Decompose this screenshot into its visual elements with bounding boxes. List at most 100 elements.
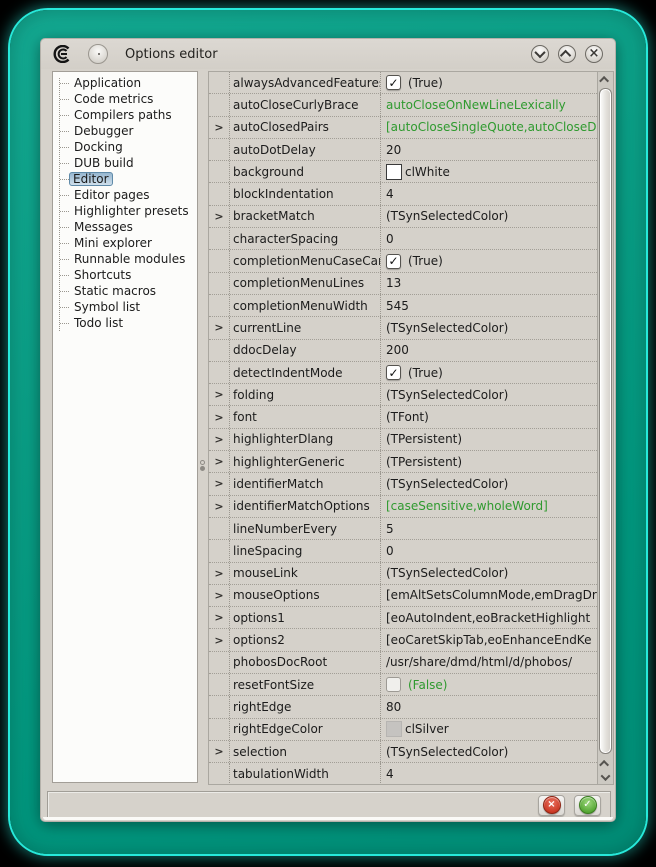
property-value[interactable]: clWhite [380, 161, 597, 182]
sidebar-item-shortcuts[interactable]: Shortcuts [53, 267, 197, 283]
sidebar-item-application[interactable]: Application [53, 75, 197, 91]
property-value[interactable]: ✓(True) [380, 362, 597, 383]
property-value[interactable]: (TSynSelectedColor) [380, 317, 597, 338]
cancel-button[interactable]: × [538, 795, 565, 816]
property-value[interactable]: clSilver [380, 719, 597, 740]
property-row[interactable]: alwaysAdvancedFeatures ✓(True) [209, 72, 597, 94]
window-menu-button[interactable] [88, 44, 108, 64]
sidebar-item-dub-build[interactable]: DUB build [53, 155, 197, 171]
property-row[interactable]: rightEdgeColor clSilver [209, 719, 597, 741]
property-value[interactable]: 13 [380, 273, 597, 294]
property-name[interactable]: mouseLink [229, 563, 380, 584]
property-name[interactable]: font [229, 406, 380, 427]
property-name[interactable]: completionMenuCaseCare [229, 250, 380, 271]
property-value[interactable]: /usr/share/dmd/html/d/phobos/ [380, 652, 597, 673]
property-name[interactable]: autoDotDelay [229, 139, 380, 160]
property-value[interactable]: autoCloseOnNewLineLexically [380, 94, 597, 115]
scroll-up-button[interactable] [598, 72, 613, 86]
property-row[interactable]: lineNumberEvery 5 [209, 518, 597, 540]
scroll-down-button[interactable] [598, 770, 613, 784]
property-value[interactable]: (TPersistent) [380, 451, 597, 472]
property-name[interactable]: background [229, 161, 380, 182]
property-row[interactable]: completionMenuWidth 545 [209, 295, 597, 317]
sidebar-item-symbol-list[interactable]: Symbol list [53, 299, 197, 315]
value-checkbox[interactable]: ✓ [386, 75, 401, 90]
property-row[interactable]: tabulationWidth 4 [209, 763, 597, 785]
property-row[interactable]: > autoClosedPairs [autoCloseSingleQuote,… [209, 117, 597, 139]
value-checkbox[interactable] [386, 677, 401, 692]
expand-arrow-icon[interactable]: > [209, 607, 229, 628]
property-grid[interactable]: alwaysAdvancedFeatures ✓(True) autoClose… [208, 71, 597, 785]
property-row[interactable]: completionMenuLines 13 [209, 273, 597, 295]
sidebar-item-code-metrics[interactable]: Code metrics [53, 91, 197, 107]
property-name[interactable]: detectIndentMode [229, 362, 380, 383]
property-row[interactable]: background clWhite [209, 161, 597, 183]
property-name[interactable]: completionMenuLines [229, 273, 380, 294]
property-value[interactable]: 80 [380, 696, 597, 717]
property-value[interactable]: 4 [380, 763, 597, 784]
property-row[interactable]: detectIndentMode ✓(True) [209, 362, 597, 384]
property-value[interactable]: (TPersistent) [380, 429, 597, 450]
roll-down-button[interactable] [531, 45, 549, 63]
property-name[interactable]: mouseOptions [229, 585, 380, 606]
property-name[interactable]: tabulationWidth [229, 763, 380, 784]
property-value[interactable]: [eoAutoIndent,eoBracketHighlight [380, 607, 597, 628]
property-value[interactable]: (TSynSelectedColor) [380, 384, 597, 405]
property-row[interactable]: phobosDocRoot /usr/share/dmd/html/d/phob… [209, 652, 597, 674]
titlebar[interactable]: Options editor × [41, 39, 615, 69]
expand-arrow-icon[interactable]: > [209, 741, 229, 762]
property-row[interactable]: > selection (TSynSelectedColor) [209, 741, 597, 763]
sidebar-splitter[interactable] [198, 71, 208, 783]
property-name[interactable]: blockIndentation [229, 183, 380, 204]
property-row[interactable]: > options2 [eoCaretSkipTab,eoEnhanceEndK… [209, 629, 597, 651]
sidebar-item-editor[interactable]: Editor [53, 171, 197, 187]
property-row[interactable]: resetFontSize (False) [209, 674, 597, 696]
expand-arrow-icon[interactable]: > [209, 629, 229, 650]
property-name[interactable]: lineNumberEvery [229, 518, 380, 539]
accept-button[interactable]: ✓ [574, 795, 601, 816]
sidebar-item-compilers-paths[interactable]: Compilers paths [53, 107, 197, 123]
property-row[interactable]: > folding (TSynSelectedColor) [209, 384, 597, 406]
sidebar-item-static-macros[interactable]: Static macros [53, 283, 197, 299]
property-name[interactable]: autoClosedPairs [229, 117, 380, 138]
property-value[interactable]: ✓(True) [380, 72, 597, 93]
roll-up-button[interactable] [558, 45, 576, 63]
property-name[interactable]: highlighterGeneric [229, 451, 380, 472]
property-row[interactable]: > highlighterDlang (TPersistent) [209, 429, 597, 451]
sidebar-item-todo-list[interactable]: Todo list [53, 315, 197, 331]
property-value[interactable]: (TSynSelectedColor) [380, 206, 597, 227]
property-row[interactable]: > identifierMatch (TSynSelectedColor) [209, 473, 597, 495]
close-button[interactable]: × [585, 45, 603, 63]
scroll-up-button-bottom[interactable] [598, 756, 613, 770]
property-name[interactable]: selection [229, 741, 380, 762]
property-value[interactable]: ✓(True) [380, 250, 597, 271]
sidebar-item-runnable-modules[interactable]: Runnable modules [53, 251, 197, 267]
expand-arrow-icon[interactable]: > [209, 406, 229, 427]
property-row[interactable]: > bracketMatch (TSynSelectedColor) [209, 206, 597, 228]
property-row[interactable]: > mouseOptions [emAltSetsColumnMode,emDr… [209, 585, 597, 607]
property-value[interactable]: (TFont) [380, 406, 597, 427]
property-value[interactable]: 200 [380, 340, 597, 361]
property-row[interactable]: lineSpacing 0 [209, 540, 597, 562]
expand-arrow-icon[interactable]: > [209, 117, 229, 138]
value-checkbox[interactable]: ✓ [386, 254, 401, 269]
sidebar-item-highlighter-presets[interactable]: Highlighter presets [53, 203, 197, 219]
property-name[interactable]: resetFontSize [229, 674, 380, 695]
vertical-scrollbar[interactable] [597, 71, 614, 785]
property-name[interactable]: alwaysAdvancedFeatures [229, 72, 380, 93]
sidebar-item-debugger[interactable]: Debugger [53, 123, 197, 139]
property-value[interactable]: (TSynSelectedColor) [380, 473, 597, 494]
property-name[interactable]: options1 [229, 607, 380, 628]
expand-arrow-icon[interactable]: > [209, 563, 229, 584]
expand-arrow-icon[interactable]: > [209, 451, 229, 472]
property-row[interactable]: blockIndentation 4 [209, 183, 597, 205]
expand-arrow-icon[interactable]: > [209, 384, 229, 405]
property-value[interactable]: [caseSensitive,wholeWord] [380, 496, 597, 517]
property-row[interactable]: autoCloseCurlyBrace autoCloseOnNewLineLe… [209, 94, 597, 116]
property-name[interactable]: lineSpacing [229, 540, 380, 561]
property-row[interactable]: > highlighterGeneric (TPersistent) [209, 451, 597, 473]
property-name[interactable]: highlighterDlang [229, 429, 380, 450]
property-value[interactable]: 545 [380, 295, 597, 316]
property-name[interactable]: completionMenuWidth [229, 295, 380, 316]
property-row[interactable]: rightEdge 80 [209, 696, 597, 718]
